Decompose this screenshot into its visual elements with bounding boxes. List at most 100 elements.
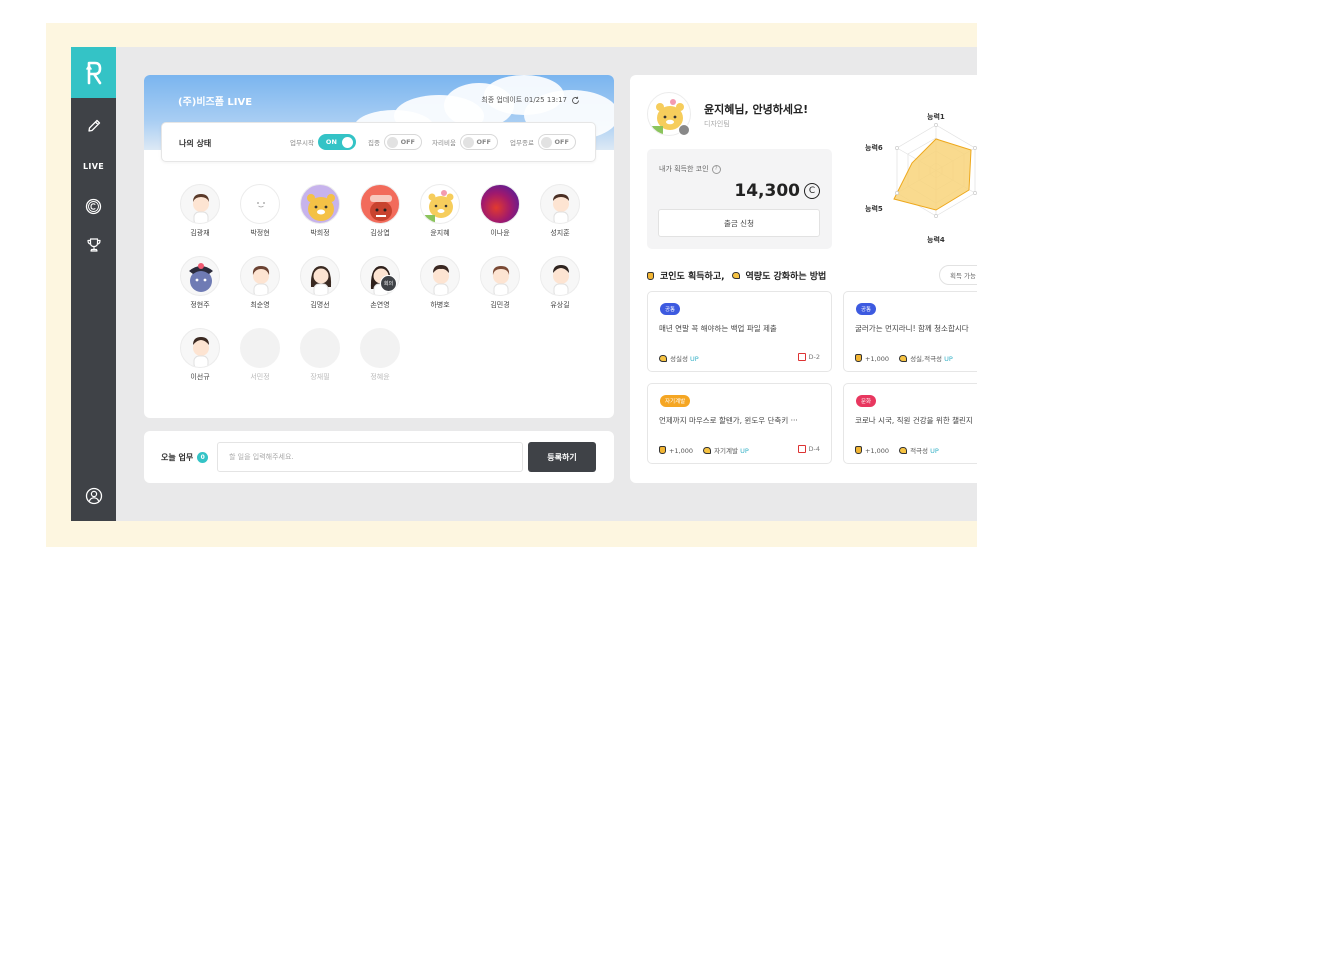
live-panel: (주)비즈폼 LIVE 최종 업데이트 01/25 13:17 나의 상태 업무… [144, 75, 614, 418]
toggle-label: 업무시작 [290, 139, 314, 147]
member-name: 이나윤 [490, 229, 510, 237]
reward-text: +1,000 [669, 446, 694, 455]
skill-up: UP [930, 447, 939, 455]
mission-reward: +1,000 [855, 353, 890, 363]
reward-text: +1,000 [865, 354, 890, 363]
member-item[interactable]: 김명선 [298, 256, 342, 310]
mission-footer: +1,000 적극성 UP [855, 445, 977, 455]
mission-title: 언제까지 마우스로 할텐가, 윈도우 단축키 ··· [659, 416, 798, 425]
member-item[interactable]: 정현주 [178, 256, 222, 310]
skill-name: 성실성 [670, 355, 688, 363]
coin-bag-icon [855, 445, 862, 454]
radar-label-4: 능력4 [927, 235, 945, 244]
mission-card[interactable]: 공통 매년 연말 꼭 해야하는 백업 파일 제출 성실성 UP D-2 [647, 291, 832, 372]
coin-label: 내가 획득한 코인 ? [659, 164, 721, 174]
today-task-panel: 오늘 업무 0 등록하기 [144, 431, 614, 483]
mission-card[interactable]: 자기계발 언제까지 마우스로 할텐가, 윈도우 단축키 ··· +1,000 자… [647, 383, 832, 464]
avatar [420, 184, 460, 224]
nav-live[interactable]: LIVE [71, 151, 116, 181]
member-name: 손연영 [370, 301, 390, 309]
mission-tag: 자기계발 [660, 395, 691, 407]
member-item[interactable]: 장재필 [298, 328, 342, 382]
mission-skill: 적극성 UP [899, 445, 939, 455]
mockup-frame: LIVE (주)비즈폼 LIVE 최종 업데이트 01/25 13:17 나의 … [46, 23, 977, 547]
avatar [360, 328, 400, 368]
member-item[interactable]: 김광재 [178, 184, 222, 238]
today-task-label: 오늘 업무 0 [161, 452, 209, 463]
dday-text: D-2 [808, 353, 821, 361]
coin-value: 14,300 C [734, 181, 820, 201]
task-input[interactable] [217, 442, 523, 472]
member-item[interactable]: 이나윤 [478, 184, 522, 238]
coin-label-text: 내가 획득한 코인 [659, 165, 709, 173]
coin-symbol-icon: C [804, 183, 820, 199]
away-switch[interactable]: OFF [459, 134, 498, 150]
avatar [180, 184, 220, 224]
member-item[interactable]: 최순영 [238, 256, 282, 310]
toggle-label: 업무종료 [510, 139, 534, 147]
member-name: 김광재 [190, 229, 210, 237]
toggle-state: ON [325, 138, 337, 146]
calendar-icon [797, 445, 806, 453]
camera-icon[interactable] [678, 124, 690, 136]
last-updated-text: 최종 업데이트 01/25 13:17 [481, 96, 567, 104]
mission-reward: +1,000 [855, 445, 890, 455]
trophy-icon [86, 238, 101, 252]
register-button[interactable]: 등록하기 [528, 442, 596, 472]
app-logo[interactable] [71, 47, 116, 98]
coin-amount: 14,300 [734, 181, 800, 201]
mission-tag: 공통 [856, 303, 877, 315]
nav-edit[interactable] [71, 111, 116, 141]
work-end-switch[interactable]: OFF [537, 134, 576, 150]
my-status-box: 나의 상태 업무시작 ON 집중 OFF 자리비움 OFF 업무종료 OFF [161, 122, 596, 162]
avatar [540, 184, 580, 224]
member-item[interactable]: 박희정 [298, 184, 342, 238]
mission-reward: +1,000 [659, 445, 694, 455]
avatar [420, 256, 460, 296]
help-icon[interactable]: ? [711, 164, 721, 174]
toggle-state: OFF [400, 138, 415, 146]
member-item[interactable]: 윤지혜 [418, 184, 462, 238]
member-item[interactable]: 김상엽 [358, 184, 402, 238]
member-item[interactable]: 이선규 [178, 328, 222, 382]
member-name: 정현주 [190, 301, 210, 309]
member-item[interactable]: 서민정 [238, 328, 282, 382]
nav-ranking[interactable] [71, 230, 116, 260]
pencil-icon [87, 119, 100, 132]
skill-up: UP [690, 355, 699, 363]
member-name: 윤지혜 [430, 229, 450, 237]
member-item[interactable]: 박정현 [238, 184, 282, 238]
mission-card[interactable]: 문화 코로나 시국, 직원 건강을 위한 챌린지 +1,000 적극성 UP [843, 383, 977, 464]
focus-switch[interactable]: OFF [383, 134, 422, 150]
dday-text: D-4 [808, 445, 821, 453]
skill-up: UP [944, 355, 953, 363]
user-circle-icon [85, 487, 102, 505]
coin-c-icon [85, 198, 102, 214]
coin-bag-icon [659, 445, 666, 454]
work-start-switch[interactable]: ON [317, 134, 356, 150]
mission-skill: 자기계발 UP [703, 445, 749, 455]
skill-up: UP [740, 447, 749, 455]
member-item[interactable]: 유상길 [538, 256, 582, 310]
refresh-icon[interactable] [571, 96, 580, 105]
filter-available-button[interactable]: 획득 가능 [939, 265, 977, 285]
member-item[interactable]: 성지훈 [538, 184, 582, 238]
avatar [480, 256, 520, 296]
task-count-badge: 0 [197, 452, 209, 463]
avatar [300, 328, 340, 368]
howto-part1: 코인도 획득하고, [660, 272, 725, 282]
withdraw-button[interactable]: 출금 신청 [658, 209, 820, 237]
nav-profile[interactable] [71, 481, 116, 511]
member-item[interactable]: 하병호 [418, 256, 462, 310]
reward-text: +1,000 [865, 446, 890, 455]
member-name: 김상엽 [370, 229, 390, 237]
mission-title: 매년 연말 꼭 해야하는 백업 파일 제출 [659, 324, 777, 333]
mission-dday: D-4 [797, 445, 821, 453]
mission-card[interactable]: 공통 굴러가는 먼지라니! 함께 청소합시다 +1,000 성실,적극성 UP [843, 291, 977, 372]
meeting-badge: 회의 [380, 275, 397, 292]
member-item[interactable]: 정혜윤 [358, 328, 402, 382]
nav-coin[interactable] [71, 191, 116, 221]
skill-name: 자기계발 [714, 447, 738, 455]
member-item[interactable]: 김민경 [478, 256, 522, 310]
howto-part2: 역량도 강화하는 방법 [745, 272, 827, 282]
